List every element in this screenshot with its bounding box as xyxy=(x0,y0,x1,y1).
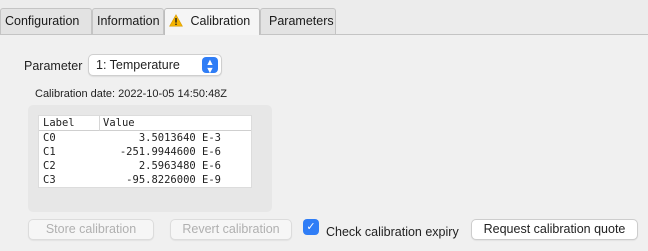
tab-calibration[interactable]: Calibration xyxy=(164,8,260,35)
row-label: C1 xyxy=(43,146,56,158)
coefficients-group: Label Value C0 3.5013640 E-3 C1 -251.994… xyxy=(28,105,272,212)
store-calibration-button[interactable]: Store calibration xyxy=(28,219,154,240)
coefficients-table: Label Value C0 3.5013640 E-3 C1 -251.994… xyxy=(38,115,252,188)
row-value: -95.8226000 E-9 xyxy=(126,174,221,186)
table-row[interactable]: C1 -251.9944600 E-6 xyxy=(39,145,251,159)
warning-icon xyxy=(169,11,183,35)
tab-parameters[interactable]: Parameters xyxy=(260,8,336,34)
tab-label: Configuration xyxy=(5,14,80,28)
tab-label: Parameters xyxy=(269,14,334,28)
parameter-label: Parameter xyxy=(24,59,83,73)
check-expiry-checkbox[interactable]: ✓ xyxy=(303,219,319,235)
table-row[interactable]: C3 -95.8226000 E-9 xyxy=(39,173,251,187)
column-header-label: Label xyxy=(43,117,75,129)
tab-bar: Configuration Information Calibration Pa… xyxy=(0,8,648,35)
checkmark-icon: ✓ xyxy=(306,221,316,233)
row-value: 2.5963480 E-6 xyxy=(138,160,221,172)
column-separator xyxy=(99,116,100,131)
request-calibration-quote-button[interactable]: Request calibration quote xyxy=(471,219,638,240)
row-label: C3 xyxy=(43,174,56,186)
row-label: C2 xyxy=(43,160,56,172)
table-row[interactable]: C2 2.5963480 E-6 xyxy=(39,159,251,173)
calibration-date: Calibration date: 2022-10-05 14:50:48Z xyxy=(35,88,228,100)
table-header: Label Value xyxy=(39,116,251,131)
row-value: -251.9944600 E-6 xyxy=(119,146,221,158)
column-header-value: Value xyxy=(103,117,135,129)
table-row[interactable]: C0 3.5013640 E-3 xyxy=(39,131,251,145)
tab-label: Information xyxy=(97,14,160,28)
tab-configuration[interactable]: Configuration xyxy=(0,8,92,34)
parameter-select[interactable]: 1: Temperature ▲ ▼ xyxy=(88,54,222,76)
tab-label: Calibration xyxy=(190,14,251,28)
chevron-updown-icon: ▲ ▼ xyxy=(202,57,218,75)
revert-calibration-button[interactable]: Revert calibration xyxy=(170,219,292,240)
check-expiry-label: Check calibration expiry xyxy=(326,225,459,239)
tab-information[interactable]: Information xyxy=(92,8,164,34)
row-label: C0 xyxy=(43,132,56,144)
row-value: 3.5013640 E-3 xyxy=(138,132,221,144)
parameter-select-value: 1: Temperature xyxy=(96,58,180,72)
